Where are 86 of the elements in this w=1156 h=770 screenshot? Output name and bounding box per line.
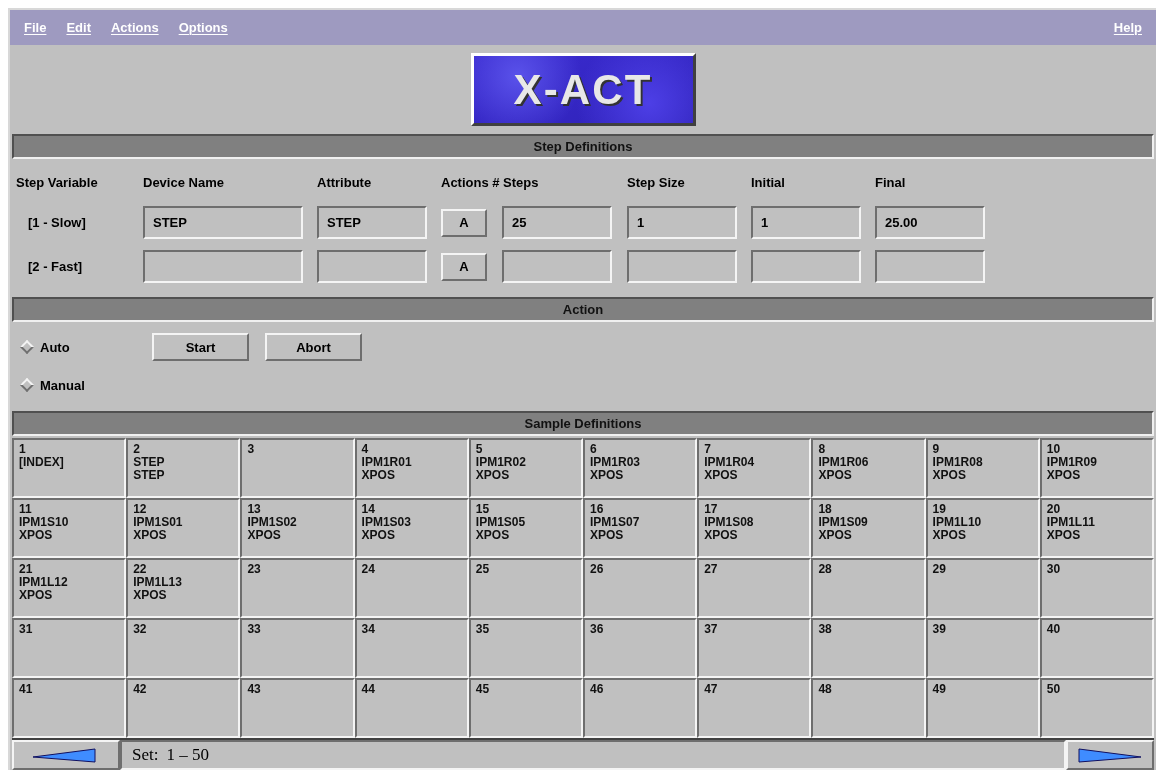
section-header: Step Definitions <box>12 133 1154 160</box>
logo: X-ACT <box>470 52 696 126</box>
text-field[interactable]: 25.00 <box>875 206 985 240</box>
step-variable-label: [1 - Slow] <box>28 214 86 230</box>
sample-cell[interactable]: 38 <box>811 618 926 679</box>
text-field[interactable]: 1 <box>627 206 737 240</box>
text-field[interactable] <box>317 250 427 284</box>
sample-cell[interactable]: 36 <box>583 618 698 679</box>
column-header: Actions # Steps <box>441 175 539 191</box>
sample-cell[interactable]: 50 <box>1039 678 1154 739</box>
sample-cell[interactable]: 49 <box>925 678 1040 739</box>
column-header: Step Size <box>627 175 685 191</box>
sample-cell[interactable]: 21 IPM1L12 XPOS <box>12 558 127 619</box>
column-header: Final <box>875 175 906 191</box>
sample-cell[interactable]: 22 IPM1L13 XPOS <box>126 558 241 619</box>
text-field[interactable]: STEP <box>317 206 427 240</box>
sample-cell[interactable]: 37 <box>697 618 812 679</box>
section-header: Sample Definitions <box>12 410 1154 437</box>
text-field[interactable]: STEP <box>143 206 303 240</box>
sample-cell[interactable]: 45 <box>468 678 583 739</box>
sample-cell[interactable]: 23 <box>240 558 355 619</box>
text-field[interactable]: 1 <box>751 206 861 240</box>
sample-cell[interactable]: 16 IPM1S07 XPOS <box>583 498 698 559</box>
sample-cell[interactable]: 34 <box>354 618 469 679</box>
sample-cell[interactable]: 26 <box>583 558 698 619</box>
sample-cell[interactable]: 18 IPM1S09 XPOS <box>811 498 926 559</box>
sample-cell[interactable]: 32 <box>126 618 241 679</box>
action-button[interactable]: Abort <box>265 333 362 362</box>
sample-cell[interactable]: 7 IPM1R04 XPOS <box>697 438 812 499</box>
sample-cell[interactable]: 2 STEP STEP <box>126 438 241 499</box>
sample-cell[interactable]: 28 <box>811 558 926 619</box>
sample-cell[interactable]: 14 IPM1S03 XPOS <box>354 498 469 559</box>
sample-cell[interactable]: 44 <box>354 678 469 739</box>
sample-cell[interactable]: 20 IPM1L11 XPOS <box>1039 498 1154 559</box>
text-field[interactable] <box>143 250 303 284</box>
sample-cell[interactable]: 12 IPM1S01 XPOS <box>126 498 241 559</box>
column-header: Attribute <box>317 175 372 191</box>
sample-cell[interactable]: 3 <box>240 438 355 499</box>
sample-cell[interactable]: 17 IPM1S08 XPOS <box>697 498 812 559</box>
action-button[interactable]: A <box>441 208 487 237</box>
text-field[interactable] <box>751 250 861 284</box>
action-button[interactable]: A <box>441 252 487 281</box>
sample-cell[interactable]: 4 IPM1R01 XPOS <box>354 438 469 499</box>
column-header: Step Variable <box>16 175 98 191</box>
column-header: Device Name <box>143 175 224 191</box>
previous-button[interactable] <box>12 740 120 770</box>
right-arrow-icon <box>1077 747 1143 764</box>
step-variable-label: [2 - Fast] <box>28 259 83 275</box>
sample-cell[interactable]: 29 <box>925 558 1040 619</box>
sample-cell[interactable]: 8 IPM1R06 XPOS <box>811 438 926 499</box>
left-arrow-icon <box>33 747 99 764</box>
sample-cell[interactable]: 30 <box>1039 558 1154 619</box>
sample-cell[interactable]: 9 IPM1R08 XPOS <box>925 438 1040 499</box>
sample-cell[interactable]: 35 <box>468 618 583 679</box>
action-button[interactable]: Start <box>152 333 249 362</box>
next-button[interactable] <box>1066 740 1154 770</box>
sample-cell[interactable]: 1 [INDEX] <box>12 438 127 499</box>
mode-radio[interactable]: Auto <box>22 337 152 358</box>
sample-cell[interactable]: 13 IPM1S02 XPOS <box>240 498 355 559</box>
sample-cell[interactable]: 31 <box>12 618 127 679</box>
sample-cell[interactable]: 33 <box>240 618 355 679</box>
sample-cell[interactable]: 43 <box>240 678 355 739</box>
sample-cell[interactable]: 42 <box>126 678 241 739</box>
sample-cell[interactable]: 46 <box>583 678 698 739</box>
text-field[interactable] <box>502 250 612 284</box>
sample-cell[interactable]: 15 IPM1S05 XPOS <box>468 498 583 559</box>
sample-cell[interactable]: 10 IPM1R09 XPOS <box>1039 438 1154 499</box>
sample-cell[interactable]: 48 <box>811 678 926 739</box>
sample-cell[interactable]: 11 IPM1S10 XPOS <box>12 498 127 559</box>
sample-cell[interactable]: 5 IPM1R02 XPOS <box>468 438 583 499</box>
sample-cell[interactable]: 41 <box>12 678 127 739</box>
sample-cell[interactable]: 24 <box>354 558 469 619</box>
text-field[interactable] <box>627 250 737 284</box>
set-range-label: Set: 1 – 50 <box>120 740 1066 770</box>
sample-cell[interactable]: 47 <box>697 678 812 739</box>
sample-cell[interactable]: 40 <box>1039 618 1154 679</box>
text-field[interactable]: 25 <box>502 206 612 240</box>
section-header: Action <box>12 296 1154 323</box>
sample-cell[interactable]: 19 IPM1L10 XPOS <box>925 498 1040 559</box>
sample-cell[interactable]: 39 <box>925 618 1040 679</box>
text-field[interactable] <box>875 250 985 284</box>
sample-cell[interactable]: 25 <box>468 558 583 619</box>
mode-radio[interactable]: Manual <box>22 375 152 396</box>
column-header: Initial <box>751 175 785 191</box>
sample-cell[interactable]: 6 IPM1R03 XPOS <box>583 438 698 499</box>
sample-cell[interactable]: 27 <box>697 558 812 619</box>
